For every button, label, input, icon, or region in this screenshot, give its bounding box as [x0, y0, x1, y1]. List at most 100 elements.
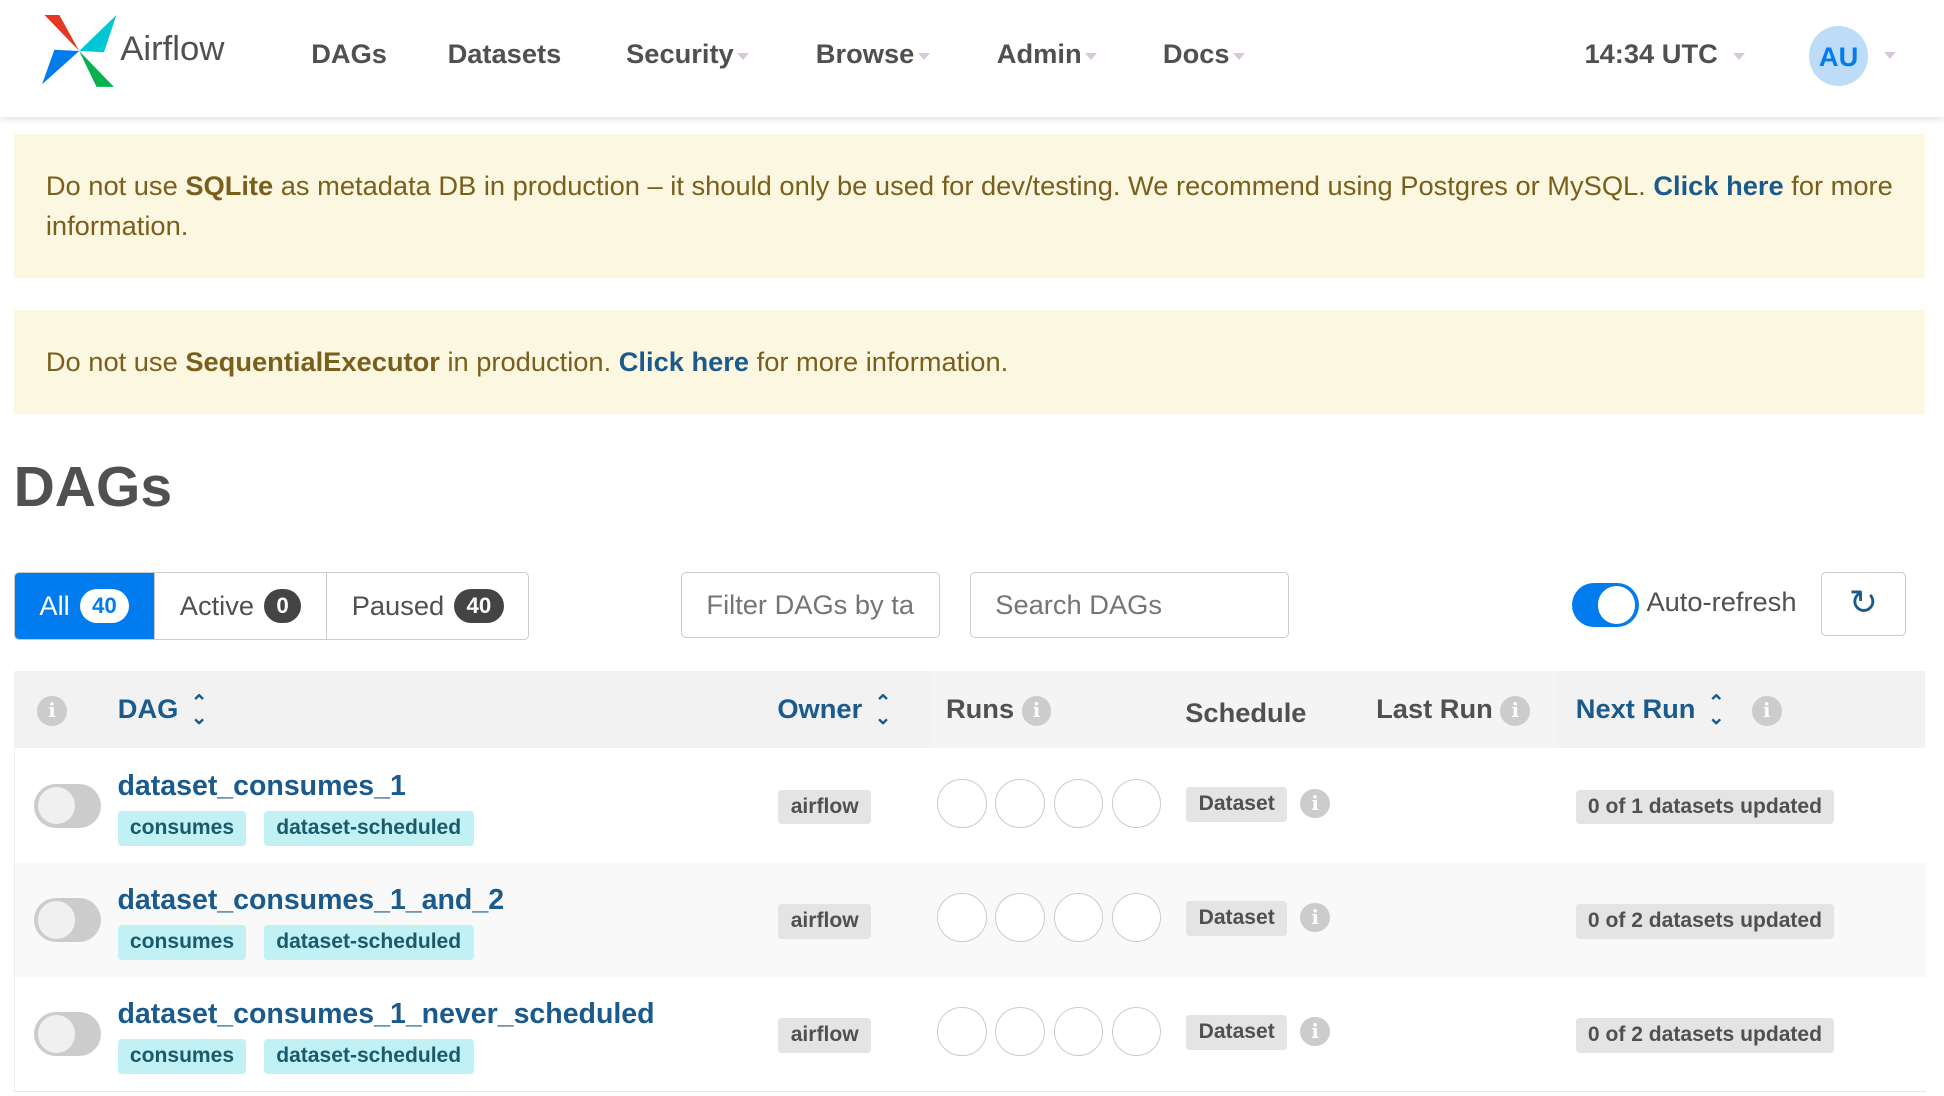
nav-security-label: Security: [626, 38, 734, 70]
banner-link[interactable]: Click here: [1653, 170, 1783, 201]
schedule-label[interactable]: Dataset: [1186, 787, 1288, 822]
brand-name[interactable]: Airflow: [120, 30, 224, 69]
timezone-dropdown[interactable]: 14:34 UTC: [1584, 38, 1745, 70]
search-dags-input[interactable]: [969, 571, 1290, 639]
table-header: i DAG ⌃ ⌄ Owner ⌃ ⌄ Runs i Schedule Last Run…: [13, 670, 1926, 748]
banner-text: as metadata DB in production – it should…: [273, 170, 1654, 202]
tab-paused[interactable]: Paused 40: [327, 573, 529, 640]
pause-toggle[interactable]: [34, 897, 102, 943]
count-badge: 40: [454, 589, 504, 623]
run-status-circle[interactable]: [1053, 892, 1104, 943]
tab-label: Paused: [351, 590, 445, 622]
user-menu-caret-icon[interactable]: [1884, 52, 1897, 59]
run-status-circle[interactable]: [1053, 1006, 1104, 1057]
tag-chip[interactable]: dataset-scheduled: [263, 924, 474, 960]
column-label: Last Run: [1376, 693, 1493, 725]
caret-down-icon: [737, 52, 750, 60]
owner-label[interactable]: airflow: [778, 1017, 871, 1053]
count-badge: 40: [79, 589, 130, 623]
nav-datasets-label: Datasets: [447, 38, 562, 70]
banner-bold: SQLite: [185, 170, 274, 202]
next-run-label[interactable]: 0 of 1 datasets updated: [1575, 789, 1835, 825]
info-icon[interactable]: i: [1751, 695, 1782, 726]
auto-refresh-label: Auto-refresh: [1646, 586, 1797, 618]
column-schedule: Schedule: [1185, 697, 1306, 729]
banner-link[interactable]: Click here: [619, 346, 749, 377]
column-runs: Runs i: [946, 693, 1052, 726]
tag-filter-input[interactable]: [680, 571, 940, 639]
run-status-circle[interactable]: [995, 892, 1045, 943]
nav-dags[interactable]: DAGs: [311, 38, 387, 70]
owner-label[interactable]: airflow: [778, 903, 871, 939]
column-label: Runs: [945, 693, 1015, 725]
schedule-label[interactable]: Dataset: [1186, 901, 1288, 937]
table-row: dataset_consumes_1_and_2 consumes datase…: [13, 862, 1927, 978]
tag-chip[interactable]: consumes: [117, 1038, 247, 1074]
info-icon[interactable]: i: [1500, 695, 1531, 726]
caret-down-icon: [1085, 52, 1098, 60]
banner-bold: SequentialExecutor: [185, 346, 440, 378]
tag-chip[interactable]: dataset-scheduled: [263, 810, 474, 846]
pause-toggle[interactable]: [34, 1011, 102, 1057]
info-icon[interactable]: i: [1021, 695, 1052, 726]
info-icon[interactable]: i: [1300, 1016, 1331, 1047]
sqlite-warning-banner: Do not use SQLite as metadata DB in prod…: [13, 133, 1926, 278]
tag-chip[interactable]: dataset-scheduled: [263, 1038, 474, 1074]
dag-link[interactable]: dataset_consumes_1: [118, 770, 406, 803]
nav-admin[interactable]: Admin: [997, 38, 1098, 70]
column-label: DAG: [117, 693, 179, 725]
run-status-circle[interactable]: [937, 778, 987, 829]
caret-down-icon: [1233, 52, 1246, 60]
column-next-run[interactable]: Next Run ⌃ ⌄ i: [1576, 691, 1782, 729]
run-status-circle[interactable]: [1111, 778, 1162, 829]
column-label: Owner: [777, 693, 863, 725]
column-last-run: Last Run i: [1376, 693, 1531, 726]
nav-docs[interactable]: Docs: [1162, 38, 1246, 70]
tab-label: Active: [179, 590, 255, 622]
nav-browse[interactable]: Browse: [816, 38, 930, 70]
sort-icon: ⌃ ⌄: [190, 691, 208, 729]
info-icon[interactable]: i: [1300, 788, 1331, 819]
banner-text: Do not use: [45, 170, 186, 202]
run-status-circle[interactable]: [1053, 778, 1104, 829]
table-row: dataset_consumes_1_never_scheduled consu…: [13, 976, 1927, 1092]
tab-active[interactable]: Active 0: [155, 572, 327, 640]
run-status-circle[interactable]: [937, 1006, 987, 1057]
dag-link[interactable]: dataset_consumes_1_and_2: [118, 884, 505, 917]
next-run-label[interactable]: 0 of 2 datasets updated: [1575, 1017, 1835, 1053]
status-filter-tabs: All 40 Active 0 Paused 40: [13, 571, 530, 641]
tab-label: All: [39, 590, 70, 622]
run-status-circle[interactable]: [1111, 892, 1162, 943]
sort-icon: ⌃ ⌄: [1707, 691, 1725, 729]
auto-refresh-toggle[interactable]: [1572, 582, 1639, 628]
banner-text: for more information.: [749, 346, 1009, 378]
caret-down-icon: [918, 52, 930, 60]
nav-dags-label: DAGs: [311, 38, 387, 70]
run-status-circle[interactable]: [995, 1006, 1045, 1057]
top-navbar: Airflow DAGs Datasets Security Browse Ad…: [0, 0, 1944, 117]
run-status-circle[interactable]: [995, 778, 1045, 829]
tag-chip[interactable]: consumes: [117, 924, 247, 960]
airflow-logo[interactable]: [42, 14, 117, 87]
user-avatar[interactable]: AU: [1808, 26, 1869, 86]
dag-link[interactable]: dataset_consumes_1_never_scheduled: [118, 998, 655, 1031]
nav-datasets[interactable]: Datasets: [448, 38, 562, 70]
column-dag[interactable]: DAG ⌃ ⌄: [117, 691, 208, 729]
tag-chip[interactable]: consumes: [117, 810, 247, 846]
count-badge: 0: [263, 589, 302, 623]
run-status-circle[interactable]: [937, 892, 987, 943]
refresh-button[interactable]: ↻: [1821, 571, 1906, 637]
nav-security[interactable]: Security: [626, 38, 750, 70]
info-icon[interactable]: i: [1300, 902, 1331, 933]
table-row: dataset_consumes_1 consumes dataset-sche…: [13, 748, 1927, 864]
column-owner[interactable]: Owner ⌃ ⌄: [777, 693, 891, 728]
pause-toggle[interactable]: [34, 783, 102, 829]
refresh-icon: ↻: [1848, 583, 1878, 622]
schedule-label[interactable]: Dataset: [1186, 1015, 1288, 1051]
nav-docs-label: Docs: [1162, 38, 1230, 70]
tab-all[interactable]: All 40: [14, 572, 155, 640]
owner-label[interactable]: airflow: [778, 789, 871, 825]
run-status-circle[interactable]: [1111, 1006, 1162, 1057]
next-run-label[interactable]: 0 of 2 datasets updated: [1575, 903, 1835, 939]
info-icon[interactable]: i: [37, 693, 67, 726]
